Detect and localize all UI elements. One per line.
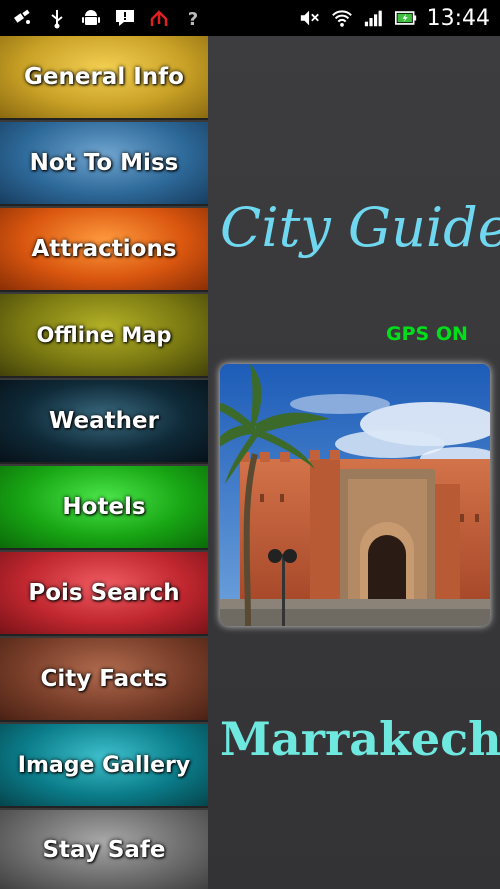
- menu-item-label: Image Gallery: [17, 752, 191, 778]
- clock: 13:44: [426, 5, 490, 31]
- signal-icon: [363, 7, 385, 29]
- menu-item-not-to-miss[interactable]: Not To Miss: [0, 122, 208, 206]
- usb-icon: [46, 7, 68, 29]
- menu-item-label: Hotels: [62, 494, 146, 520]
- menu-item-offline-map[interactable]: Offline Map: [0, 294, 208, 378]
- svg-text:?: ?: [188, 9, 198, 29]
- menu-item-label: General Info: [24, 64, 184, 90]
- menu-item-label: Attractions: [31, 236, 177, 262]
- city-photo: [220, 364, 490, 626]
- menu-item-label: Stay Safe: [42, 836, 166, 863]
- android-icon: [80, 7, 102, 29]
- wifi-question-icon: ?: [182, 7, 204, 29]
- menu-item-city-facts[interactable]: City Facts: [0, 638, 208, 722]
- app-title: City Guide: [220, 196, 500, 259]
- city-name: Marrakech: [220, 712, 500, 766]
- sidebar-menu: General Info Not To Miss Attractions Off…: [0, 36, 208, 889]
- menu-item-label: Offline Map: [36, 323, 172, 347]
- menu-item-label: Pois Search: [28, 580, 180, 606]
- message-icon: [114, 7, 136, 29]
- menu-item-general-info[interactable]: General Info: [0, 36, 208, 120]
- menu-item-label: Not To Miss: [29, 150, 179, 176]
- menu-item-image-gallery[interactable]: Image Gallery: [0, 724, 208, 808]
- menu-item-pois-search[interactable]: Pois Search: [0, 552, 208, 636]
- menu-item-stay-safe[interactable]: Stay Safe: [0, 810, 208, 889]
- city-photo-illustration: [220, 364, 490, 626]
- menu-item-label: Weather: [49, 408, 159, 434]
- menu-item-attractions[interactable]: Attractions: [0, 208, 208, 292]
- status-bar-notifications: ?: [0, 7, 204, 29]
- menu-item-label: City Facts: [40, 666, 168, 692]
- battery-icon: [394, 7, 417, 29]
- upload-icon: [148, 7, 170, 29]
- menu-item-weather[interactable]: Weather: [0, 380, 208, 464]
- main-panel: City Guide GPS ON Marrakech: [208, 36, 500, 889]
- satellite-icon: [12, 7, 34, 29]
- status-bar-system: 13:44: [299, 6, 500, 31]
- menu-item-hotels[interactable]: Hotels: [0, 466, 208, 550]
- wifi-icon: [331, 7, 353, 29]
- mute-icon: [299, 7, 321, 29]
- gps-status: GPS ON: [386, 323, 468, 345]
- status-bar: ? 13:44: [0, 0, 500, 36]
